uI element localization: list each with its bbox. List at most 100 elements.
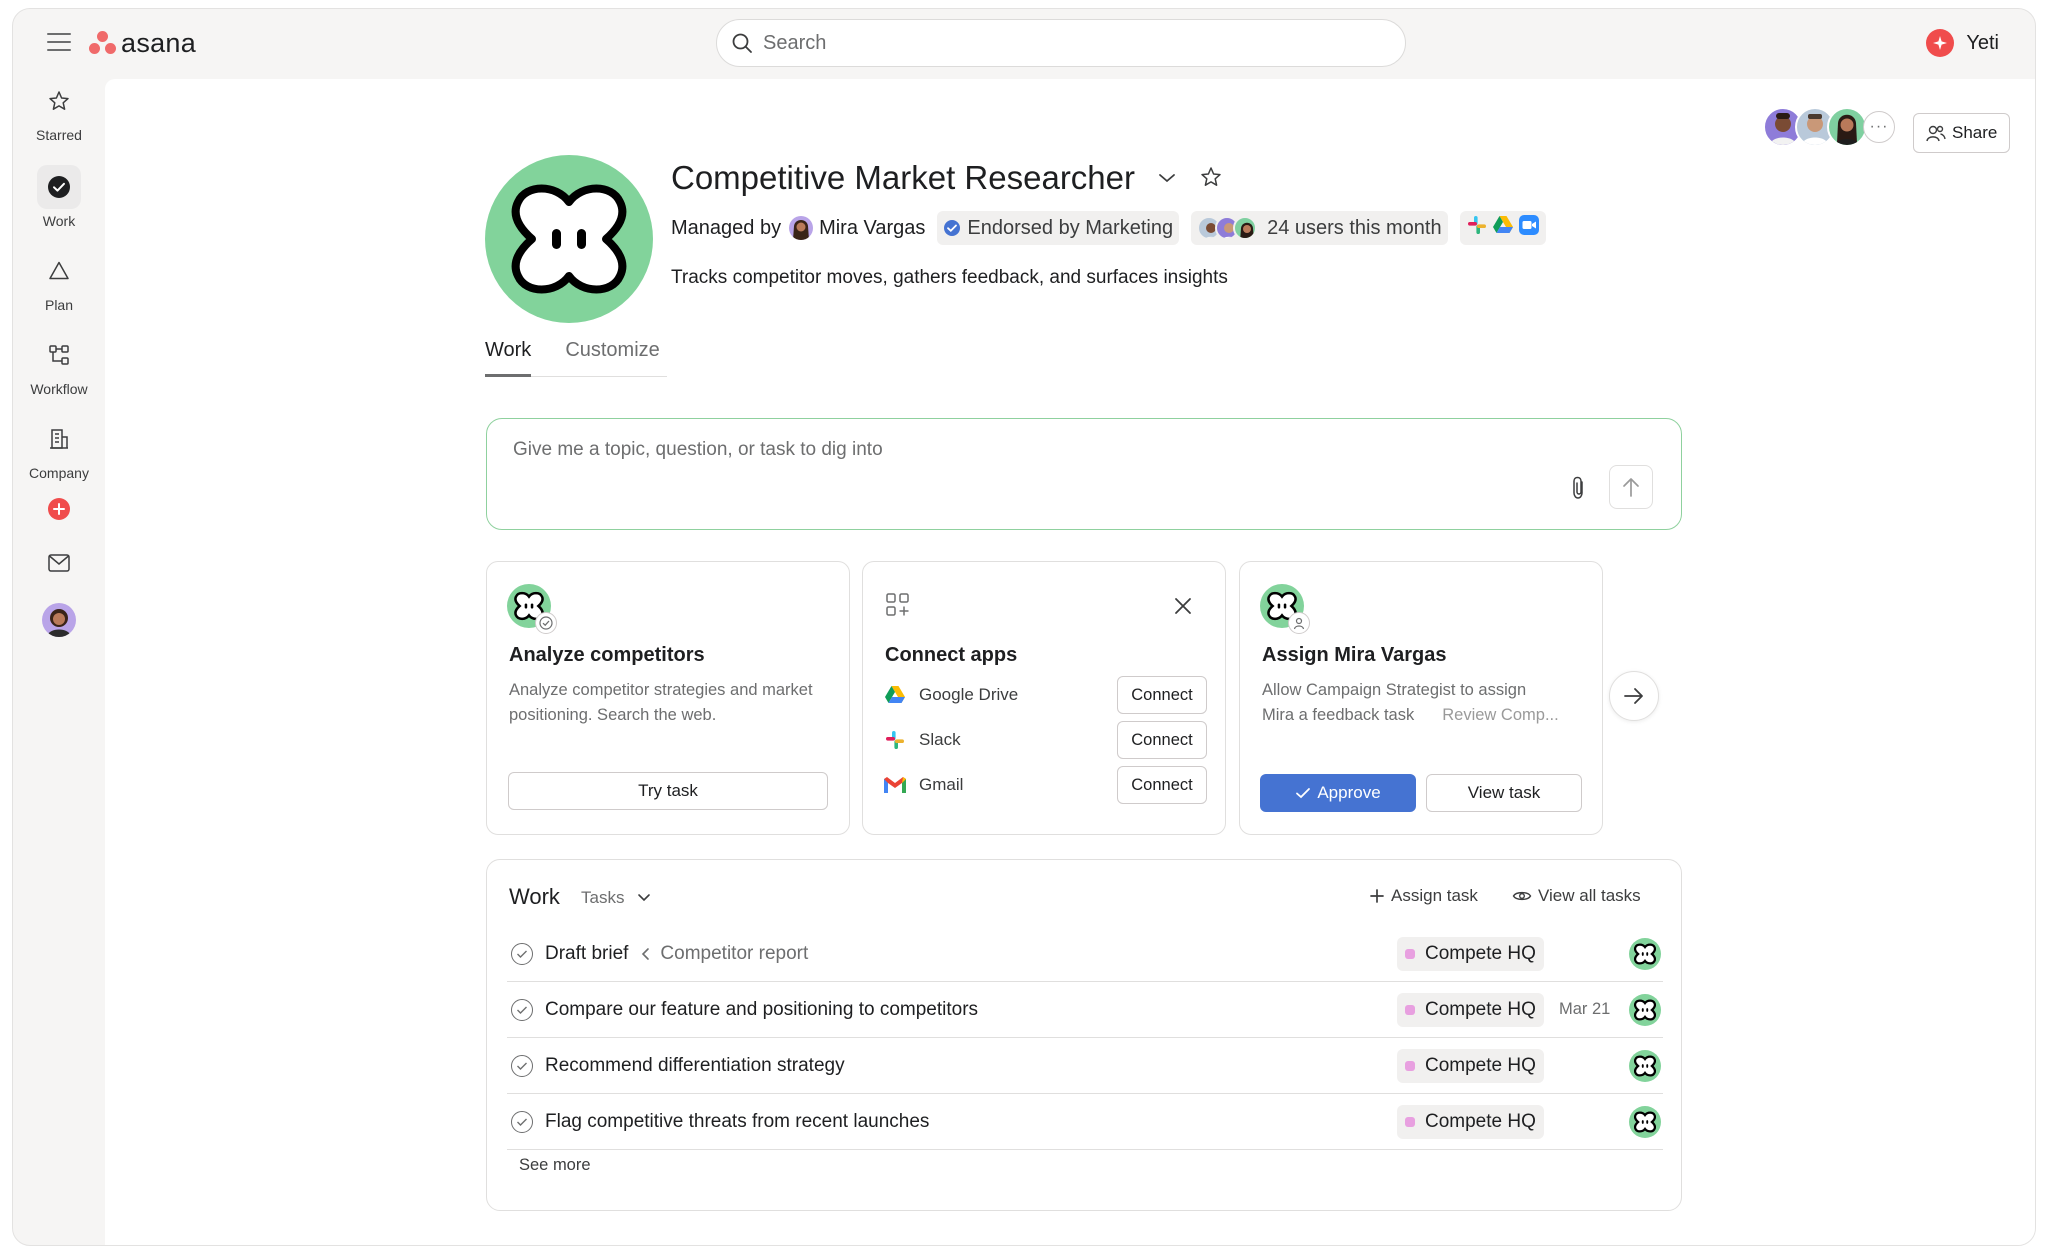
card-description: Allow Campaign Strategist to assign Mira… — [1262, 678, 1582, 728]
complete-task-checkbox[interactable] — [511, 1110, 533, 1133]
slack-icon — [883, 728, 907, 752]
project-name: Compete HQ — [1425, 1110, 1536, 1132]
people-icon — [1926, 125, 1946, 142]
assign-task-button[interactable]: Assign task — [1369, 886, 1478, 906]
complete-task-checkbox[interactable] — [511, 942, 533, 965]
sidebar-item-label: Starred — [36, 127, 82, 143]
users-count-text: 24 users this month — [1267, 216, 1442, 239]
close-icon[interactable] — [1173, 596, 1193, 621]
tab-customize[interactable]: Customize — [565, 339, 659, 376]
apps-grid-icon — [885, 592, 911, 623]
see-more-link[interactable]: See more — [519, 1156, 591, 1175]
paperclip-icon[interactable] — [1569, 475, 1589, 506]
assignee-avatar[interactable] — [1629, 1105, 1661, 1138]
view-all-tasks-button[interactable]: View all tasks — [1512, 886, 1641, 906]
workspace-switcher[interactable]: Yeti — [1926, 29, 1999, 57]
task-name[interactable]: Draft brief — [545, 943, 628, 965]
agent-description: Tracks competitor moves, gathers feedbac… — [671, 267, 1228, 288]
agent-face-icon — [511, 184, 627, 294]
work-panel-title: Work — [509, 884, 560, 909]
top-bar: asana Yeti — [13, 9, 2035, 79]
description-line: Mira a feedback task — [1262, 706, 1415, 724]
agent-face-icon — [1634, 998, 1656, 1021]
project-chip[interactable]: Compete HQ — [1397, 1104, 1544, 1139]
triangle-icon — [37, 249, 81, 293]
task-name[interactable]: Flag competitive threats from recent lau… — [545, 1111, 929, 1133]
sidebar-item-company[interactable]: Company — [13, 417, 105, 481]
table-row[interactable]: Draft brief Competitor report Compete HQ — [507, 926, 1663, 982]
check-icon — [1296, 788, 1311, 799]
agent-meta-row: Managed by Mira Vargas Endorsed by Marke… — [671, 211, 1546, 245]
check-icon — [517, 1118, 527, 1126]
sidebar-item-work[interactable]: Work — [13, 165, 105, 229]
app-row-gmail: Gmail Connect — [883, 766, 1207, 804]
user-avatar — [1233, 216, 1258, 240]
assignee-avatar[interactable] — [1629, 937, 1661, 970]
table-row[interactable]: Compare our feature and positioning to c… — [507, 982, 1663, 1038]
sidebar-item-plan[interactable]: Plan — [13, 249, 105, 313]
connect-gmail-button[interactable]: Connect — [1117, 766, 1207, 804]
member-avatar[interactable] — [1827, 107, 1867, 147]
complete-task-checkbox[interactable] — [511, 998, 533, 1021]
sidebar-item-label: Company — [29, 465, 89, 481]
endorsement-badge[interactable]: Endorsed by Marketing — [937, 211, 1180, 245]
manager-name[interactable]: Mira Vargas — [819, 217, 925, 240]
star-icon — [37, 79, 81, 123]
task-name[interactable]: Recommend differentiation strategy — [545, 1055, 845, 1077]
try-task-button[interactable]: Try task — [508, 772, 828, 810]
description-line: Allow Campaign Strategist to assign — [1262, 681, 1527, 699]
chevron-down-icon — [638, 894, 651, 902]
next-card-button[interactable] — [1609, 671, 1659, 721]
table-row[interactable]: Recommend differentiation strategy Compe… — [507, 1038, 1663, 1094]
manager-avatar[interactable] — [789, 216, 814, 240]
send-button[interactable] — [1609, 465, 1653, 509]
add-icon[interactable] — [48, 498, 70, 520]
prompt-input[interactable] — [513, 439, 1513, 469]
connect-slack-button[interactable]: Connect — [1117, 721, 1207, 759]
integrations-badge[interactable] — [1459, 211, 1546, 245]
user-avatar[interactable] — [42, 603, 76, 637]
view-task-button[interactable]: View task — [1426, 774, 1582, 812]
project-color-dot — [1405, 1116, 1415, 1127]
card-title: Analyze competitors — [509, 644, 705, 666]
parent-task-link[interactable]: Competitor report — [660, 943, 808, 965]
members-avatars[interactable]: ··· — [1763, 107, 1895, 147]
due-date[interactable]: Mar 21 — [1559, 1000, 1610, 1019]
task-name[interactable]: Compare our feature and positioning to c… — [545, 999, 978, 1021]
search-bar[interactable] — [716, 19, 1406, 67]
workflow-icon — [37, 333, 81, 377]
complete-task-checkbox[interactable] — [511, 1054, 533, 1077]
star-icon[interactable] — [1199, 165, 1223, 194]
page-title: Competitive Market Researcher — [671, 159, 1135, 196]
sidebar-item-label: Work — [42, 213, 76, 229]
approve-button[interactable]: Approve — [1260, 774, 1416, 812]
project-chip[interactable]: Compete HQ — [1397, 992, 1544, 1027]
app-row-slack: Slack Connect — [883, 721, 1207, 759]
sidebar-item-workflow[interactable]: Workflow — [13, 333, 105, 397]
assignee-avatar[interactable] — [1629, 993, 1661, 1026]
tasks-filter-dropdown[interactable]: Tasks — [581, 888, 652, 908]
connect-google-drive-button[interactable]: Connect — [1117, 676, 1207, 714]
managed-by-label: Managed by — [671, 216, 782, 239]
work-panel: Work Tasks Assign task View all tasks Dr… — [486, 859, 1682, 1211]
verified-icon — [944, 220, 961, 236]
asana-logo[interactable]: asana — [89, 27, 196, 59]
inbox-icon[interactable] — [47, 553, 71, 578]
project-chip[interactable]: Compete HQ — [1397, 1048, 1544, 1083]
menu-icon[interactable] — [47, 33, 71, 53]
project-chip[interactable]: Compete HQ — [1397, 936, 1544, 971]
check-badge-icon — [535, 612, 557, 634]
app-name: Google Drive — [919, 685, 1019, 704]
table-row[interactable]: Flag competitive threats from recent lau… — [507, 1094, 1663, 1150]
approve-label: Approve — [1317, 783, 1381, 802]
workspace-name: Yeti — [1966, 31, 1999, 54]
task-preview[interactable]: Review Comp... — [1442, 703, 1558, 728]
share-button[interactable]: Share — [1913, 113, 2011, 153]
search-input[interactable] — [763, 31, 1363, 55]
chevron-down-icon[interactable] — [1157, 171, 1177, 190]
sidebar-item-starred[interactable]: Starred — [13, 79, 105, 143]
tab-work[interactable]: Work — [485, 339, 532, 377]
users-badge[interactable]: 24 users this month — [1191, 211, 1448, 245]
more-members-button[interactable]: ··· — [1863, 111, 1895, 143]
assignee-avatar[interactable] — [1629, 1049, 1661, 1082]
